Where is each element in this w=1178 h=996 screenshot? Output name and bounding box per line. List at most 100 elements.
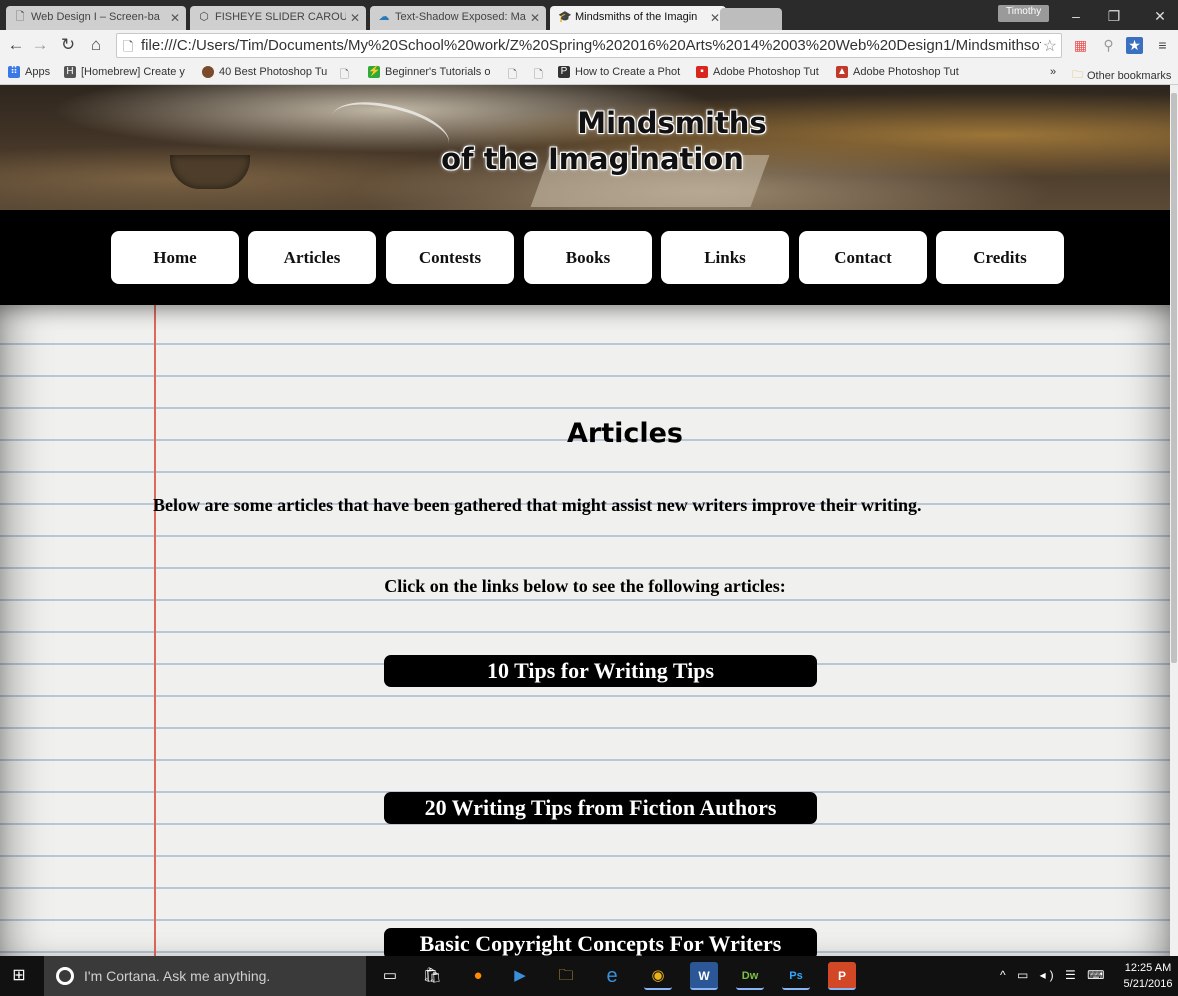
ps-icon: P [558,66,570,78]
nav-links-button[interactable]: Links [661,231,789,284]
close-icon[interactable]: ✕ [710,11,720,25]
header-banner: Mindsmiths of the Imagination [0,85,1170,210]
bookmark-page[interactable]: 🗋 [508,66,517,85]
tab-text-shadow[interactable]: ☁ Text-Shadow Exposed: Ma ✕ [370,6,546,30]
nav-books-button[interactable]: Books [524,231,652,284]
hat-icon: ▲ [836,66,848,78]
page-icon: 🗋 [508,69,517,81]
bookmark-page[interactable]: 🗋 [340,66,349,85]
avatar-icon [202,66,214,78]
site-title-line1: Mindsmiths [577,106,767,140]
tab-fisheye-slider[interactable]: ⬡ FISHEYE SLIDER CAROUSE ✕ [190,6,366,30]
clock[interactable]: 12:25 AM 5/21/2016 [1120,960,1176,992]
windows-taskbar: ⊞ I'm Cortana. Ask me anything. ▭ 🛍 ● ▶ … [0,956,1178,996]
bookmark-label: Apps [25,66,51,78]
address-bar[interactable]: 🗋 file:///C:/Users/Tim/Documents/My%20Sc… [116,33,1062,58]
page-scrollbar[interactable] [1170,85,1178,956]
tab-title: Text-Shadow Exposed: Ma [395,11,526,23]
bookmark-adobe-photoshop[interactable]: ▪ Adobe Photoshop Tut [696,66,819,78]
bookmark-page[interactable]: 🗋 [534,66,543,85]
bookmarks-bar: ⠿ Apps H [Homebrew] Create y 40 Best Pho… [0,61,1178,85]
article-link-10-tips[interactable]: 10 Tips for Writing Tips [384,655,817,687]
bookmark-extension-icon[interactable]: ★ [1126,37,1143,54]
homebrew-icon: H [64,66,76,78]
bookmark-apps[interactable]: ⠿ Apps [8,66,50,78]
codepen-icon: ⬡ [199,11,209,23]
main-nav: Home Articles Contests Books Links Conta… [0,210,1170,305]
site-title: Mindsmiths of the Imagination [0,105,1170,177]
intro-paragraph: Below are some articles that have been g… [153,495,922,515]
tab-title: Web Design I – Screen-ba [31,11,160,23]
windows-start-icon[interactable]: ⊞ [8,966,30,986]
nav-contests-button[interactable]: Contests [386,231,514,284]
bookmark-label: [Homebrew] Create y [81,66,185,78]
store-icon[interactable]: 🛍 [418,962,446,990]
url-text[interactable]: file:///C:/Users/Tim/Documents/My%20Scho… [141,37,1041,54]
extension-icon[interactable]: ▦ [1072,37,1089,54]
other-bookmarks[interactable]: 🗀 Other bookmarks [1072,66,1171,85]
window-close-icon[interactable]: ✕ [1150,8,1170,25]
media-icon[interactable]: ▶ [506,962,534,990]
tab-title: Mindsmiths of the Imagin [575,11,698,23]
bookmark-create-photo[interactable]: P How to Create a Phot [558,66,680,78]
chrome-icon[interactable]: ◉ [644,962,672,990]
clock-time: 12:25 AM [1124,962,1172,974]
photoshop-icon[interactable]: Ps [782,962,810,990]
tab-web-design[interactable]: 🗋 Web Design I – Screen-ba ✕ [6,6,186,30]
nav-articles-button[interactable]: Articles [248,231,376,284]
task-view-icon[interactable]: ▭ [376,962,404,990]
bookmark-label: Adobe Photoshop Tut [713,66,819,78]
reload-icon[interactable]: ↻ [58,36,78,54]
bookmark-photoshop-tuts[interactable]: 40 Best Photoshop Tu [202,66,327,78]
clock-date: 5/21/2016 [1123,978,1173,990]
bookmark-homebrew[interactable]: H [Homebrew] Create y [64,66,185,78]
article-link-20-tips[interactable]: 20 Writing Tips from Fiction Authors [384,792,817,824]
bookmark-label: How to Create a Phot [575,66,681,78]
cortana-search-box[interactable]: I'm Cortana. Ask me anything. [44,956,366,996]
instruction-text: Click on the links below to see the foll… [384,576,786,596]
close-icon[interactable]: ✕ [350,11,360,25]
search-icon[interactable]: ⚲ [1100,37,1117,54]
browser-toolbar: ← → ↻ ⌂ 🗋 file:///C:/Users/Tim/Documents… [0,30,1178,61]
nav-credits-button[interactable]: Credits [936,231,1064,284]
forward-arrow-icon[interactable]: → [30,36,50,54]
bookmark-star-icon[interactable]: ☆ [1043,36,1057,56]
new-tab-button[interactable] [720,8,782,30]
bookmark-label: 40 Best Photoshop Tu [219,66,328,78]
scrollbar-thumb[interactable] [1171,93,1177,663]
edge-icon[interactable]: e [598,962,626,990]
notebook-paper-content: Articles Below are some articles that ha… [0,305,1170,956]
menu-icon[interactable]: ≡ [1154,37,1171,54]
bookmarks-overflow[interactable]: » [1050,66,1056,78]
system-tray[interactable]: ^ ▭ ◂) ☰ ⌨ [1000,968,1108,982]
nav-home-button[interactable]: Home [111,231,239,284]
home-icon[interactable]: ⌂ [86,36,106,54]
tab-mindsmiths[interactable]: 🎓 Mindsmiths of the Imagin ✕ [550,6,726,30]
bookmark-adobe-photoshop-2[interactable]: ▲ Adobe Photoshop Tut [836,66,959,78]
profile-button[interactable]: Timothy [998,5,1050,22]
bookmark-beginners[interactable]: ⚡ Beginner's Tutorials o [368,66,490,78]
restore-icon[interactable]: ❐ [1104,8,1124,25]
dreamweaver-icon[interactable]: Dw [736,962,764,990]
tab-title: FISHEYE SLIDER CAROUSE [215,11,346,23]
bookmark-label: Adobe Photoshop Tut [853,66,959,78]
tab-strip: 🗋 Web Design I – Screen-ba ✕ ⬡ FISHEYE S… [0,0,1178,30]
bookmark-label: Beginner's Tutorials o [385,66,491,78]
back-arrow-icon[interactable]: ← [6,36,26,54]
close-icon[interactable]: ✕ [170,11,180,25]
folder-icon: 🗀 [1072,69,1083,81]
word-icon[interactable]: W [690,962,718,990]
firefox-icon[interactable]: ● [464,962,492,990]
minimize-icon[interactable]: – [1066,8,1086,24]
close-icon[interactable]: ✕ [530,11,540,25]
cloud-icon: ☁ [378,11,390,23]
file-explorer-icon[interactable]: 🗀 [552,962,580,990]
mortarboard-icon: 🎓 [558,11,572,23]
apps-icon: ⠿ [8,66,20,78]
page-icon: 🗋 [534,69,543,81]
nav-contact-button[interactable]: Contact [799,231,927,284]
page-icon: 🗋 [15,11,25,23]
adobe-icon: ▪ [696,66,708,78]
powerpoint-icon[interactable]: P [828,962,856,990]
article-link-copyright[interactable]: Basic Copyright Concepts For Writers [384,928,817,956]
